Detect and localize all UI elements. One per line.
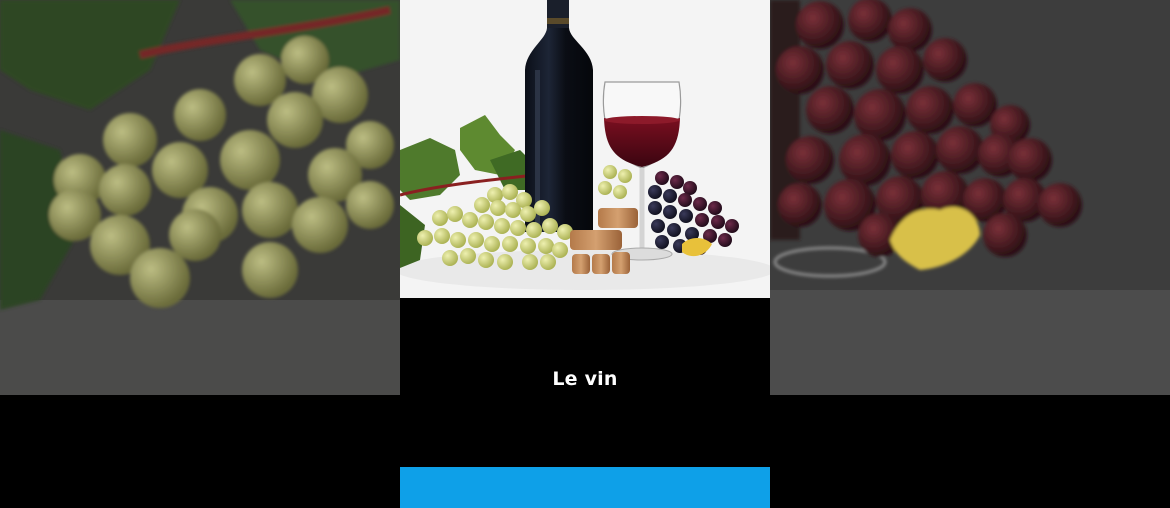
background-right-blurred-photo [770,0,1170,395]
background-left-blurred-photo [0,0,400,395]
wine-photo [400,0,770,298]
video-card[interactable]: Le vin [400,0,770,508]
accent-bar [400,467,770,508]
video-title: Le vin [552,368,618,390]
